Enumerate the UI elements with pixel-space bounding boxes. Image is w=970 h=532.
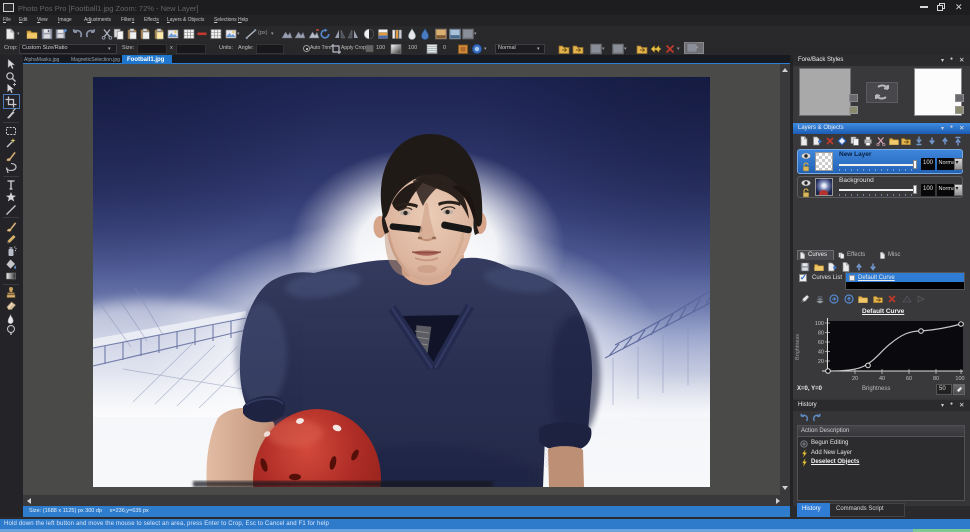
svg-text:20: 20 xyxy=(818,359,824,365)
svg-text:60: 60 xyxy=(818,340,824,346)
svg-text:Brightness: Brightness xyxy=(795,334,801,360)
svg-text:100: 100 xyxy=(815,321,824,327)
svg-text:80: 80 xyxy=(818,331,824,337)
svg-text:100: 100 xyxy=(955,376,964,382)
svg-text:40: 40 xyxy=(818,350,824,356)
svg-text:40: 40 xyxy=(879,376,885,382)
svg-text:20: 20 xyxy=(852,376,858,382)
svg-text:80: 80 xyxy=(933,376,939,382)
svg-text:60: 60 xyxy=(906,376,912,382)
